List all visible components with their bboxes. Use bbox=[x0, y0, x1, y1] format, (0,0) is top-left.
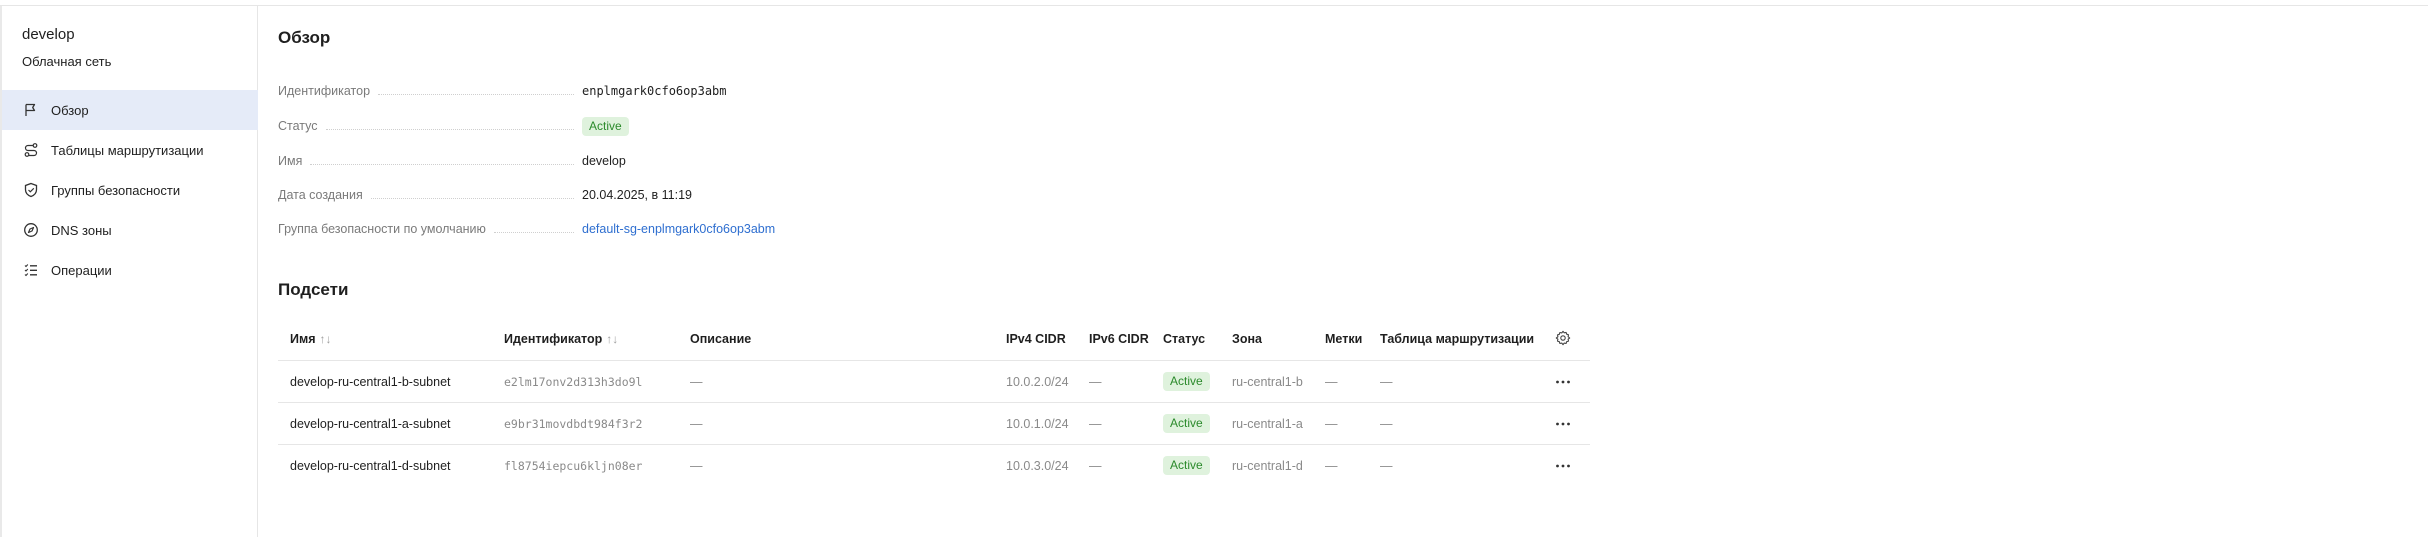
column-header-zone: Зона bbox=[1232, 332, 1262, 346]
field-value-name: develop bbox=[582, 154, 626, 168]
sidebar-item-overview[interactable]: Обзор bbox=[2, 90, 258, 130]
column-header-ipv4: IPv4 CIDR bbox=[1006, 332, 1066, 346]
status-badge: Active bbox=[1163, 372, 1210, 391]
sidebar-item-label: Таблицы маршрутизации bbox=[51, 142, 204, 158]
field-label: Имя bbox=[278, 154, 303, 168]
field-label: Группа безопасности по умолчанию bbox=[278, 222, 486, 236]
subnet-name[interactable]: develop-ru-central1-d-subnet bbox=[290, 445, 451, 486]
field-value-created: 20.04.2025, в 11:19 bbox=[582, 188, 692, 202]
more-actions-icon[interactable] bbox=[1554, 373, 1572, 391]
subnet-ipv4: 10.0.2.0/24 bbox=[1006, 374, 1069, 389]
field-id: Идентификатор enplmgark0cfo6op3abm bbox=[278, 81, 1078, 101]
subnet-id: e2lm17onv2d313h3do9l bbox=[504, 374, 643, 389]
field-label: Идентификатор bbox=[278, 84, 371, 98]
subnet-description: — bbox=[690, 458, 703, 473]
subnet-ipv6: — bbox=[1089, 374, 1102, 389]
subnet-route-table: — bbox=[1380, 458, 1393, 473]
subnet-name[interactable]: develop-ru-central1-b-subnet bbox=[290, 361, 451, 402]
sidebar-item-dns-zones[interactable]: DNS зоны bbox=[2, 210, 258, 250]
default-security-group-link[interactable]: default-sg-enplmgark0cfo6op3abm bbox=[582, 222, 775, 236]
column-header-route-table: Таблица маршрутизации bbox=[1380, 332, 1535, 346]
subnet-zone: ru-central1-d bbox=[1232, 458, 1303, 473]
field-status: Статус Active bbox=[278, 116, 1078, 136]
subnets-title: Подсети bbox=[278, 280, 349, 299]
field-label: Статус bbox=[278, 119, 318, 133]
sidebar-item-label: Обзор bbox=[51, 102, 89, 118]
field-label: Дата создания bbox=[278, 188, 363, 202]
gear-icon bbox=[1555, 330, 1571, 349]
field-created: Дата создания 20.04.2025, в 11:19 bbox=[278, 185, 1078, 205]
shield-icon bbox=[22, 182, 39, 199]
subnet-ipv4: 10.0.3.0/24 bbox=[1006, 458, 1069, 473]
column-header-status: Статус bbox=[1163, 332, 1206, 346]
subnet-ipv6: — bbox=[1089, 416, 1102, 431]
sidebar-item-route-tables[interactable]: Таблицы маршрутизации bbox=[2, 130, 258, 170]
compass-icon bbox=[22, 222, 39, 239]
top-border bbox=[0, 0, 2428, 6]
column-header-description: Описание bbox=[690, 332, 752, 346]
subnet-zone: ru-central1-b bbox=[1232, 374, 1303, 389]
page-title: Обзор bbox=[278, 28, 331, 47]
sidebar-item-security-groups[interactable]: Группы безопасности bbox=[2, 170, 258, 210]
sidebar-title: develop bbox=[22, 26, 75, 43]
subnet-description: — bbox=[690, 374, 703, 389]
subnets-table: Имя ↑↓ Идентификатор ↑↓ Описание IPv4 CIDR… bbox=[278, 318, 1590, 486]
subnet-labels: — bbox=[1325, 416, 1338, 431]
status-badge: Active bbox=[1163, 456, 1210, 475]
sort-icon[interactable]: ↑↓ bbox=[606, 332, 618, 346]
field-default-sg: Группа безопасности по умолчанию default… bbox=[278, 219, 1078, 239]
column-header-labels: Метки bbox=[1325, 332, 1363, 346]
table-header: Имя ↑↓ Идентификатор ↑↓ Описание IPv4 CIDR… bbox=[278, 318, 1590, 360]
subnet-zone: ru-central1-a bbox=[1232, 416, 1303, 431]
subnet-description: — bbox=[690, 416, 703, 431]
field-name: Имя develop bbox=[278, 151, 1078, 171]
table-settings-button[interactable] bbox=[1555, 318, 1571, 360]
subnet-route-table: — bbox=[1380, 374, 1393, 389]
subnet-labels: — bbox=[1325, 458, 1338, 473]
sidebar-item-operations[interactable]: Операции bbox=[2, 250, 258, 290]
list-icon bbox=[22, 262, 39, 279]
more-actions-icon[interactable] bbox=[1554, 457, 1572, 475]
status-badge: Active bbox=[582, 116, 629, 136]
subnet-id: fl8754iepcu6kljn08er bbox=[504, 458, 643, 473]
subnet-name[interactable]: develop-ru-central1-a-subnet bbox=[290, 403, 451, 444]
sidebar-item-label: Группы безопасности bbox=[51, 182, 181, 198]
table-row[interactable]: develop-ru-central1-d-subnet fl8754iepcu… bbox=[278, 444, 1590, 486]
column-header-ipv6: IPv6 CIDR bbox=[1089, 332, 1149, 346]
more-actions-icon[interactable] bbox=[1554, 415, 1572, 433]
subnet-ipv4: 10.0.1.0/24 bbox=[1006, 416, 1069, 431]
table-row[interactable]: develop-ru-central1-b-subnet e2lm17onv2d… bbox=[278, 360, 1590, 402]
subnet-labels: — bbox=[1325, 374, 1338, 389]
sidebar-item-label: Операции bbox=[51, 262, 112, 278]
sort-icon[interactable]: ↑↓ bbox=[320, 332, 332, 346]
table-row[interactable]: develop-ru-central1-a-subnet e9br31movdb… bbox=[278, 402, 1590, 444]
flag-icon bbox=[22, 102, 39, 119]
subnet-id: e9br31movdbdt984f3r2 bbox=[504, 416, 643, 431]
sidebar-subtitle: Облачная сеть bbox=[22, 54, 112, 69]
subnet-ipv6: — bbox=[1089, 458, 1102, 473]
sidebar: develop Облачная сеть Обзор Таблицы марш… bbox=[0, 6, 258, 537]
subnet-route-table: — bbox=[1380, 416, 1393, 431]
route-icon bbox=[22, 142, 39, 159]
status-badge: Active bbox=[1163, 414, 1210, 433]
sidebar-item-label: DNS зоны bbox=[51, 222, 112, 238]
column-header-id[interactable]: Идентификатор ↑↓ bbox=[504, 318, 618, 360]
column-header-name[interactable]: Имя ↑↓ bbox=[290, 318, 332, 360]
field-value-id: enplmgark0cfo6op3abm bbox=[582, 84, 727, 98]
